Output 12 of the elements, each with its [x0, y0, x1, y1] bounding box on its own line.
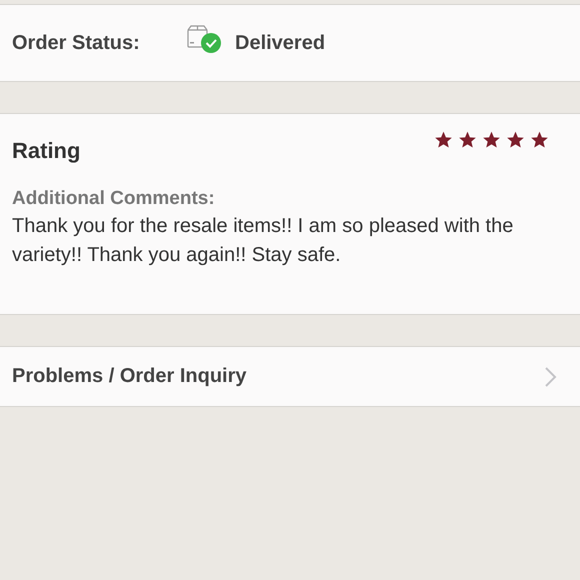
order-inquiry-row[interactable]: Problems / Order Inquiry [0, 346, 580, 407]
star-icon [481, 130, 502, 150]
star-icon [433, 130, 454, 150]
rating-title: Rating [12, 138, 80, 164]
comments-label: Additional Comments: [12, 188, 216, 210]
star-icon [505, 130, 526, 150]
star-icon [457, 130, 478, 150]
comments-text: Thank you for the resale items!! I am so pleased with the variety!! Thank you again!! Stay safe. [12, 214, 514, 268]
chevron-right-icon [544, 366, 558, 388]
order-status-value: Delivered [235, 32, 326, 54]
star-icon [529, 130, 550, 150]
order-status-label: Order Status: [12, 32, 141, 54]
